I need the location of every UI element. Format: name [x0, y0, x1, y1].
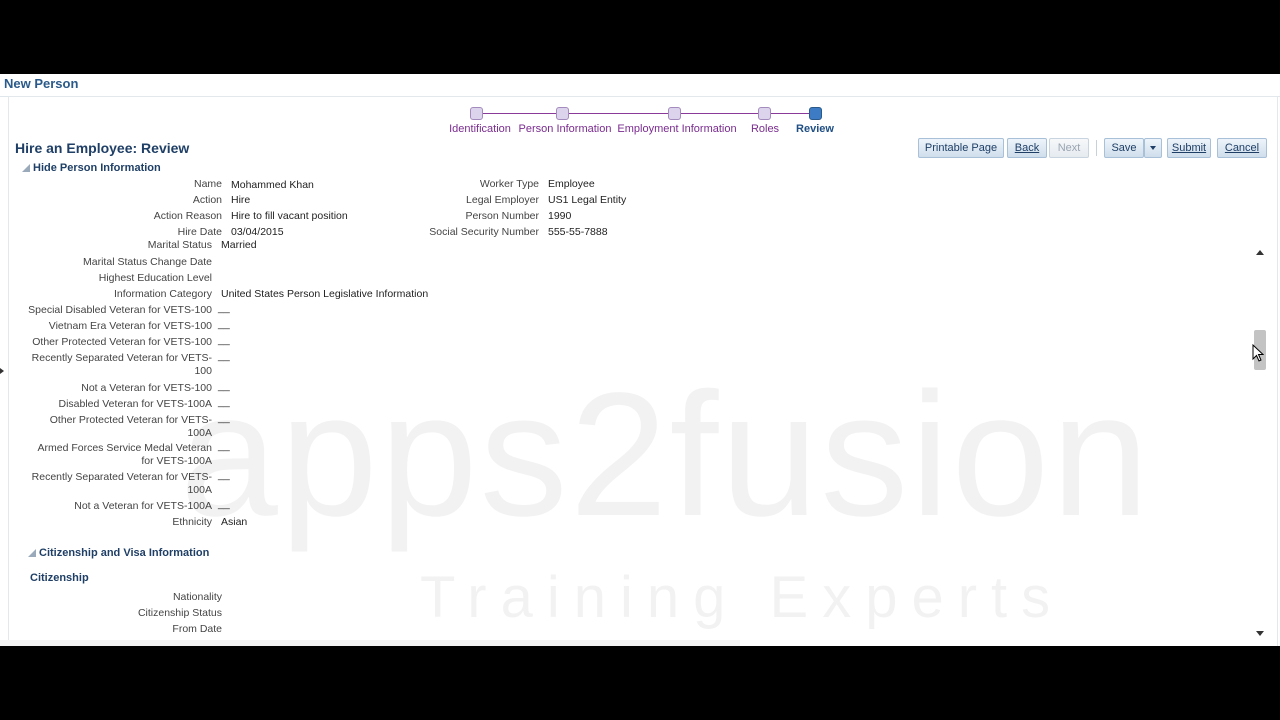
- field-value: __: [218, 318, 230, 330]
- train-stop-person-information[interactable]: [556, 107, 569, 120]
- field-label: From Date: [172, 623, 222, 635]
- save-button[interactable]: Save: [1104, 138, 1144, 158]
- field-value: __: [218, 412, 230, 424]
- field-value: Employee: [548, 178, 595, 190]
- field-value: __: [218, 396, 230, 408]
- train-connector: [681, 113, 759, 114]
- citizenship-subheader: Citizenship: [30, 572, 89, 584]
- train-label-identification[interactable]: Identification: [449, 123, 511, 135]
- field-value: __: [218, 469, 230, 481]
- citizenship-visa-section-toggle[interactable]: Citizenship and Visa Information: [28, 547, 209, 559]
- field-label: Ethnicity: [172, 516, 212, 528]
- application-window: apps2fusion Training Experts New Person …: [0, 74, 1280, 646]
- section-header-label: Citizenship and Visa Information: [39, 547, 210, 559]
- collapse-pane-handle-icon[interactable]: [0, 368, 4, 374]
- train-stop-identification[interactable]: [470, 107, 483, 120]
- field-label: Citizenship Status: [137, 607, 222, 619]
- field-value: Married: [221, 239, 257, 249]
- field-value: Hire to fill vacant position: [231, 210, 348, 222]
- field-value: __: [218, 498, 230, 510]
- field-label: Not a Veteran for VETS-100: [81, 382, 212, 394]
- cancel-button[interactable]: Cancel: [1217, 138, 1267, 158]
- field-value: 555-55-7888: [548, 226, 608, 238]
- scroll-down-arrow-icon[interactable]: [1256, 631, 1264, 636]
- hide-person-information-toggle[interactable]: Hide Person Information: [22, 162, 161, 174]
- field-label: Vietnam Era Veteran for VETS-100: [48, 320, 212, 332]
- disclosure-expanded-icon: [22, 164, 30, 172]
- field-value: __: [218, 380, 230, 392]
- save-menu-button[interactable]: [1144, 138, 1162, 158]
- field-label: Legal Employer: [466, 194, 539, 206]
- field-value: United States Person Legislative Informa…: [221, 288, 429, 300]
- field-value: Asian: [221, 516, 248, 528]
- marital-status-row-clip: Marital Status Married: [0, 239, 1250, 249]
- section-header-label: Hide Person Information: [33, 162, 161, 174]
- wizard-train: Identification Person Information Employ…: [440, 106, 850, 140]
- page-title: New Person: [4, 76, 79, 91]
- mouse-cursor-icon: [1252, 344, 1264, 362]
- submit-label: Submit: [1171, 142, 1207, 154]
- vertical-scrollbar[interactable]: [1254, 244, 1268, 636]
- cancel-label: Cancel: [1224, 142, 1260, 154]
- train-connector: [770, 113, 810, 114]
- field-label: Hire Date: [177, 226, 222, 238]
- chevron-down-icon: [1150, 146, 1156, 151]
- field-label: Marital Status Change Date: [83, 256, 212, 268]
- field-label: Recently Separated Veteran for VETS-100A: [31, 471, 212, 496]
- train-label-person-information[interactable]: Person Information: [519, 123, 612, 135]
- field-label: Social Security Number: [429, 226, 539, 238]
- field-label: Disabled Veteran for VETS-100A: [58, 398, 212, 410]
- field-label: Highest Education Level: [98, 272, 212, 284]
- field-value: __: [218, 302, 230, 314]
- train-connector: [483, 113, 560, 114]
- field-label: Special Disabled Veteran for VETS-100: [28, 304, 212, 316]
- field-label: Nationality: [172, 591, 222, 603]
- action-toolbar: Printable Page Back Next Save Submit Can…: [0, 138, 1280, 160]
- printable-page-button[interactable]: Printable Page: [918, 138, 1004, 158]
- toolbar-divider: [1096, 140, 1097, 156]
- back-button[interactable]: Back: [1007, 138, 1047, 158]
- field-label: Other Protected Veteran for VETS-100A: [49, 414, 212, 439]
- field-label: Marital Status: [147, 239, 212, 249]
- back-label: Back: [1014, 142, 1040, 154]
- field-value: 03/04/2015: [231, 226, 284, 238]
- train-stop-employment-information[interactable]: [668, 107, 681, 120]
- field-label: Recently Separated Veteran for VETS-100: [31, 352, 212, 377]
- train-label-roles[interactable]: Roles: [751, 123, 779, 135]
- field-label: Other Protected Veteran for VETS-100: [32, 336, 212, 348]
- train-stop-roles[interactable]: [758, 107, 771, 120]
- submit-button[interactable]: Submit: [1167, 138, 1211, 158]
- field-value: __: [218, 350, 230, 362]
- field-value: Mohammed Khan: [231, 179, 314, 191]
- field-label: Armed Forces Service Medal Veteran for V…: [37, 442, 213, 467]
- train-connector: [568, 113, 669, 114]
- scroll-up-arrow-icon[interactable]: [1256, 250, 1264, 255]
- field-label: Information Category: [113, 288, 212, 300]
- next-button: Next: [1049, 138, 1089, 158]
- field-label: Person Number: [465, 210, 539, 222]
- field-value: US1 Legal Entity: [548, 194, 627, 206]
- disclosure-expanded-icon: [28, 549, 36, 557]
- field-label: Worker Type: [479, 178, 539, 190]
- status-bar-url: [0, 640, 740, 646]
- field-value: Hire: [231, 194, 251, 206]
- field-label: Not a Veteran for VETS-100A: [74, 500, 212, 512]
- field-label: Action: [192, 194, 222, 206]
- field-label: Name: [193, 178, 222, 190]
- field-value: __: [218, 440, 230, 452]
- train-label-review: Review: [796, 123, 834, 135]
- field-value: 1990: [548, 210, 572, 222]
- field-value: __: [218, 334, 230, 346]
- field-label: Action Reason: [153, 210, 222, 222]
- train-stop-review: [809, 107, 822, 120]
- train-label-employment-information[interactable]: Employment Information: [617, 123, 736, 135]
